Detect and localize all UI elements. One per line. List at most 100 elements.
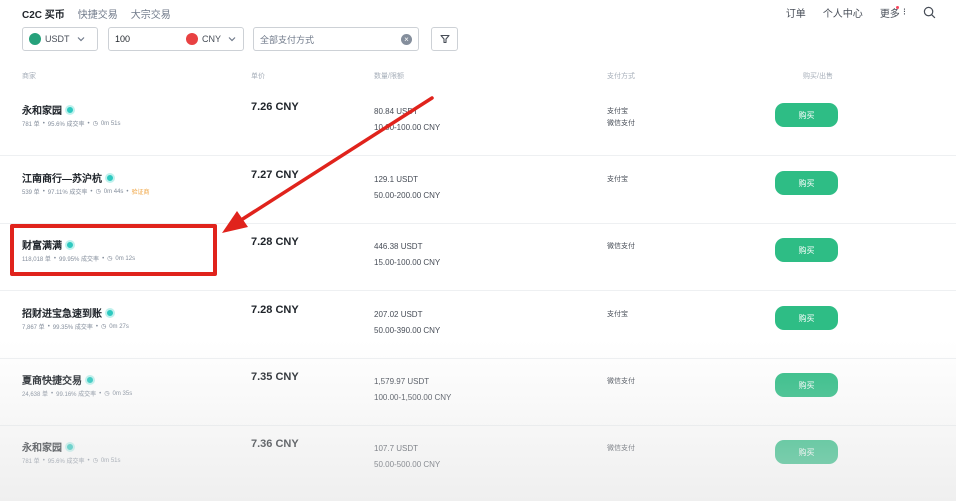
- merchant-name-text: 永和家园: [22, 443, 62, 454]
- available-limits: 129.1 USDT 50.00-200.00 CNY: [374, 172, 440, 204]
- payment-methods: 微信支付: [607, 241, 635, 253]
- completion-rate: 97.11% 成交率: [47, 190, 88, 196]
- avg-release-time: 0m 44s: [103, 188, 124, 195]
- payment-methods: 微信支付: [607, 376, 635, 388]
- available-amount: 1,579.97 USDT: [374, 377, 430, 386]
- clock-icon: ◷: [100, 324, 107, 330]
- merchant-stats: 118,018 单 • 99.95% 成交率 • ◷ 0m 12s: [22, 255, 136, 264]
- nav-profile-link[interactable]: 个人中心: [823, 5, 863, 20]
- usdt-coin-icon: [29, 33, 41, 45]
- clock-icon: ◷: [92, 121, 98, 127]
- merchant-name[interactable]: 江南商行—苏沪杭: [22, 170, 115, 185]
- completion-rate: 95.6% 成交率: [47, 459, 85, 465]
- coin-select[interactable]: USDT: [22, 27, 98, 51]
- buy-button[interactable]: 购买: [775, 440, 838, 464]
- merchant-name[interactable]: 永和家园: [22, 102, 75, 117]
- price: 7.28 CNY: [251, 304, 299, 316]
- merchant-name[interactable]: 永和家园: [22, 439, 75, 454]
- merchant-tag: 验证商: [131, 190, 150, 196]
- buy-button[interactable]: 购买: [775, 171, 838, 195]
- buy-button[interactable]: 购买: [775, 306, 838, 330]
- clock-icon: ◷: [104, 391, 110, 397]
- price: 7.35 CNY: [251, 371, 299, 383]
- available-limits: 1,579.97 USDT 100.00-1,500.00 CNY: [374, 374, 451, 406]
- nav-orders-link[interactable]: 订单: [786, 5, 806, 20]
- merchant-name-text: 财富满满: [22, 241, 62, 252]
- clock-icon: ◷: [92, 458, 98, 464]
- avg-release-time: 0m 51s: [100, 457, 121, 464]
- verified-icon: [105, 172, 115, 183]
- nav-tab-block-trade[interactable]: 大宗交易: [131, 6, 171, 21]
- available-amount: 129.1 USDT: [374, 175, 419, 184]
- available-limits: 446.38 USDT 15.00-100.00 CNY: [374, 239, 440, 271]
- price: 7.28 CNY: [251, 236, 299, 248]
- table-row: 夏商快捷交易 24,638 单 • 99.16% 成交率 • ◷ 0m 35s 7.35 …: [0, 358, 956, 426]
- nav-left: C2C 买币 快捷交易 大宗交易: [22, 6, 171, 21]
- nav-right: 订单 个人中心 更多 ⁝: [786, 5, 936, 20]
- merchant-stats: 539 单 • 97.11% 成交率 • ◷ 0m 44s • 验证商: [22, 188, 150, 197]
- payment-methods: 支付宝: [607, 309, 628, 321]
- available-amount: 80.84 USDT: [374, 107, 419, 116]
- available-limits: 80.84 USDT 10.00-100.00 CNY: [374, 104, 440, 136]
- amount-input[interactable]: 100: [109, 34, 180, 44]
- buy-button[interactable]: 购买: [775, 103, 838, 127]
- merchant-stats: 7,867 单 • 99.35% 成交率 • ◷ 0m 27s: [22, 323, 129, 332]
- filter-button[interactable]: [431, 27, 458, 51]
- payment-method: 支付宝: [607, 108, 628, 115]
- merchant-name-text: 江南商行—苏沪杭: [22, 174, 102, 185]
- merchant-name[interactable]: 招财进宝急速到账: [22, 305, 115, 320]
- order-limit: 50.00-200.00 CNY: [374, 191, 441, 200]
- column-header-limits: 数量/限额: [374, 73, 404, 80]
- available-amount: 107.7 USDT: [374, 444, 419, 453]
- order-limit: 100.00-1,500.00 CNY: [374, 393, 452, 402]
- column-header-payment: 支付方式: [607, 73, 635, 80]
- available-amount: 446.38 USDT: [374, 242, 423, 251]
- available-limits: 207.02 USDT 50.00-390.00 CNY: [374, 307, 440, 339]
- payment-method-select[interactable]: 全部支付方式 ×: [253, 27, 419, 51]
- chevron-down-icon: [77, 37, 84, 42]
- merchant-name-text: 永和家园: [22, 106, 62, 117]
- cny-coin-icon: [185, 33, 198, 45]
- merchant-stats: 781 单 • 95.6% 成交率 • ◷ 0m 51s: [22, 457, 121, 466]
- avg-release-time: 0m 12s: [115, 255, 136, 262]
- verified-icon: [65, 239, 75, 250]
- completion-rate: 99.35% 成交率: [52, 325, 93, 331]
- payment-method: 微信支付: [607, 243, 635, 250]
- payment-methods: 支付宝 微信支付: [607, 106, 635, 130]
- order-limit: 15.00-100.00 CNY: [374, 258, 441, 267]
- verified-icon: [65, 104, 75, 115]
- payment-methods: 支付宝: [607, 174, 628, 186]
- nav-brand-tab[interactable]: C2C 买币: [22, 6, 65, 21]
- top-nav: C2C 买币 快捷交易 大宗交易 订单 个人中心 更多 ⁝: [0, 0, 956, 26]
- avg-release-time: 0m 27s: [109, 323, 129, 330]
- chevron-down-icon[interactable]: [227, 34, 237, 44]
- buy-button[interactable]: 购买: [775, 238, 838, 262]
- nav-more-menu[interactable]: 更多 ⁝: [880, 5, 906, 20]
- verified-icon: [105, 307, 115, 318]
- search-icon[interactable]: [923, 6, 936, 19]
- completion-rate: 99.16% 成交率: [56, 392, 97, 398]
- payment-method: 支付宝: [607, 176, 628, 183]
- nav-tab-quick-trade[interactable]: 快捷交易: [78, 6, 118, 21]
- order-limit: 50.00-500.00 CNY: [374, 460, 441, 469]
- order-count: 781 单: [22, 459, 40, 465]
- price: 7.27 CNY: [251, 169, 299, 181]
- order-count: 24,638 单: [22, 392, 49, 398]
- buy-button[interactable]: 购买: [775, 373, 838, 397]
- avg-release-time: 0m 35s: [112, 390, 133, 397]
- clock-icon: ◷: [107, 256, 113, 262]
- table-row: 招财进宝急速到账 7,867 单 • 99.35% 成交率 • ◷ 0m 27s 7.28…: [0, 291, 956, 359]
- filter-icon: [439, 34, 450, 44]
- available-amount: 207.02 USDT: [374, 310, 423, 319]
- order-count: 118,018 单: [22, 257, 51, 263]
- fiat-select-value[interactable]: CNY: [202, 34, 221, 44]
- order-limit: 50.00-390.00 CNY: [374, 326, 441, 335]
- merchant-name[interactable]: 财富满满: [22, 237, 75, 252]
- table-row: 永和家园 781 单 • 95.6% 成交率 • ◷ 0m 51s 7.36 CNY 10…: [0, 425, 956, 493]
- merchant-name-text: 招财进宝急速到账: [22, 309, 102, 320]
- table-row: 江南商行—苏沪杭 539 单 • 97.11% 成交率 • ◷ 0m 44s • 验证商 7.…: [0, 156, 956, 224]
- merchant-name[interactable]: 夏商快捷交易: [22, 372, 95, 387]
- clear-icon[interactable]: ×: [401, 33, 412, 45]
- column-header-merchant: 商家: [22, 73, 36, 80]
- payment-method: 微信支付: [607, 378, 635, 385]
